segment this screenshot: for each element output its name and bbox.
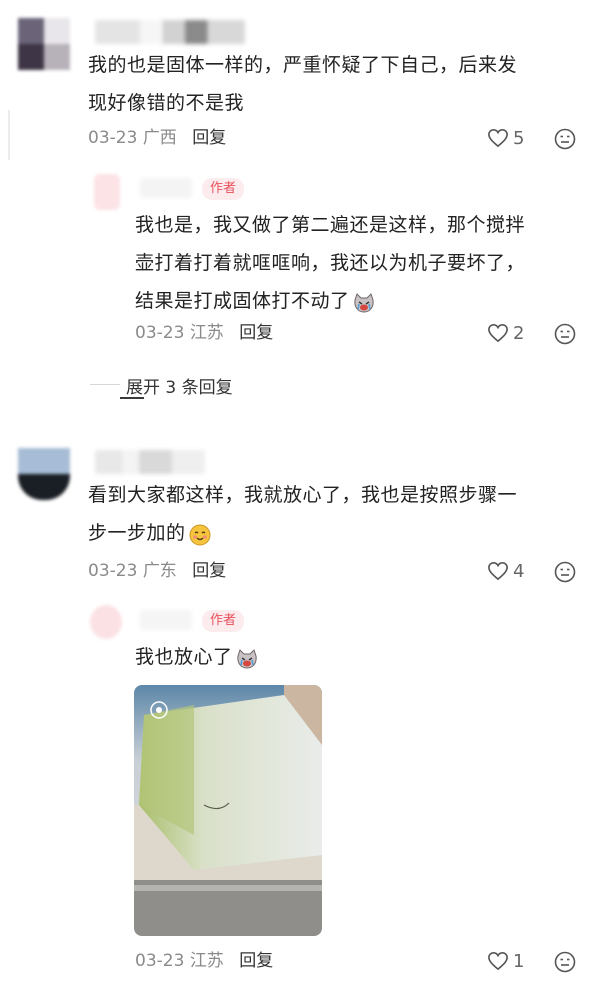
comment-text: 看到大家都这样，我就放心了，我也是按照步骤一 步一步加的 — [88, 484, 518, 546]
comment-meta: 03-23 江苏 回复 — [135, 949, 273, 973]
comment-meta: 03-23 江苏 回复 — [135, 321, 273, 345]
heart-outline-icon — [488, 561, 508, 581]
meh-face-icon[interactable] — [554, 323, 576, 345]
like-count: 4 — [513, 560, 525, 582]
reply-button[interactable]: 回复 — [239, 323, 273, 343]
like-button[interactable]: 1 — [487, 949, 524, 973]
expand-replies-button[interactable]: 展开 3 条回复 — [126, 373, 233, 398]
heart-outline-icon — [488, 323, 508, 343]
comment-date: 03-23 — [88, 128, 138, 148]
comment-location: 广东 — [142, 561, 177, 581]
comment-date: 03-23 — [135, 951, 185, 971]
comment-text: 我也是，我又做了第二遍还是这样，那个搅拌 壶打着打着就哐哐响，我还以为机子要坏了… — [135, 214, 526, 314]
username-blurred[interactable] — [95, 20, 245, 44]
like-button[interactable]: 5 — [487, 126, 524, 150]
username-blurred[interactable] — [140, 178, 192, 198]
crying-cat-emoji — [352, 290, 376, 314]
comment-location: 江苏 — [189, 323, 224, 343]
like-count: 1 — [513, 950, 525, 972]
comment-meta: 03-23 广西 回复 — [88, 126, 226, 150]
like-count: 2 — [513, 322, 525, 344]
reply-button[interactable]: 回复 — [239, 951, 273, 971]
reply-button[interactable]: 回复 — [192, 128, 226, 148]
meh-face-icon[interactable] — [554, 128, 576, 150]
like-count: 5 — [513, 127, 525, 149]
username-blurred[interactable] — [95, 450, 205, 474]
expand-divider — [90, 384, 120, 385]
crying-cat-emoji — [235, 646, 259, 670]
like-button[interactable]: 2 — [487, 321, 524, 345]
comment-text: 我的也是固体一样的，严重怀疑了下自己，后来发 现好像错的不是我 — [88, 54, 518, 114]
comment-meta: 03-23 广东 回复 — [88, 559, 226, 583]
avatar[interactable] — [94, 174, 120, 210]
author-badge: 作者 — [202, 178, 245, 200]
left-edge-mark — [8, 110, 10, 160]
meh-face-icon[interactable] — [554, 561, 576, 583]
comment-date: 03-23 — [135, 323, 185, 343]
username-blurred[interactable] — [140, 610, 192, 630]
heart-outline-icon — [488, 128, 508, 148]
avatar[interactable] — [18, 18, 70, 70]
author-badge: 作者 — [202, 610, 245, 632]
attached-photo[interactable] — [134, 685, 322, 936]
like-button[interactable]: 4 — [487, 559, 524, 583]
expand-underline-mark — [120, 397, 144, 399]
heart-outline-icon — [488, 951, 508, 971]
avatar[interactable] — [90, 605, 122, 639]
comment-text: 我也放心了 — [135, 638, 259, 676]
comment-date: 03-23 — [88, 561, 138, 581]
meh-face-icon[interactable] — [554, 951, 576, 973]
comment-location: 江苏 — [189, 951, 224, 971]
blender-jug-photo — [134, 685, 322, 936]
comment-location: 广西 — [142, 128, 177, 148]
smiling-face-emoji — [188, 522, 212, 546]
reply-button[interactable]: 回复 — [192, 561, 226, 581]
avatar[interactable] — [18, 448, 70, 500]
